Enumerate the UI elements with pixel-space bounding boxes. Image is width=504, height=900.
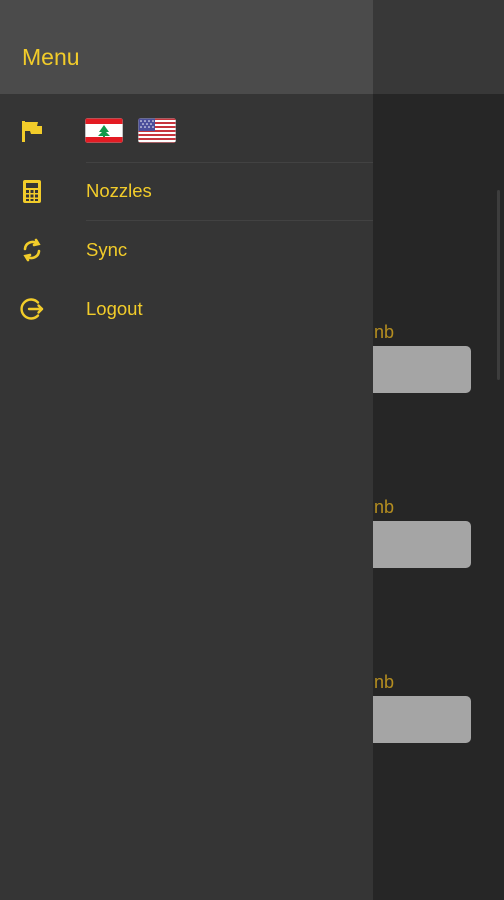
menu-item-label: Logout	[86, 298, 143, 319]
menu-item-label: Nozzles	[86, 180, 152, 201]
calculator-icon	[19, 178, 45, 204]
drawer-header: Menu	[0, 0, 373, 94]
background-input-field[interactable]	[360, 346, 471, 393]
flag-icon	[19, 118, 45, 144]
logout-icon	[19, 296, 45, 322]
sync-icon	[19, 237, 45, 263]
menu-item-label: Sync	[86, 239, 128, 260]
background-input-field[interactable]	[360, 696, 471, 743]
background-scrollbar	[497, 190, 500, 380]
menu-item-logout[interactable]: Logout	[0, 280, 373, 338]
usa-flag-icon[interactable]	[138, 118, 176, 143]
background-input-field[interactable]	[360, 521, 471, 568]
drawer-title: Menu	[22, 44, 80, 70]
background-field-label: nb	[374, 497, 395, 517]
menu-item-sync[interactable]: Sync	[0, 221, 373, 279]
background-field-label: nb	[374, 322, 395, 342]
lebanon-flag-icon[interactable]	[85, 118, 123, 143]
background-field-label: nb	[374, 672, 395, 692]
language-row	[0, 102, 373, 160]
navigation-drawer: Menu Nozzles Sync Logout	[0, 0, 373, 900]
menu-item-nozzles[interactable]: Nozzles	[0, 162, 373, 220]
